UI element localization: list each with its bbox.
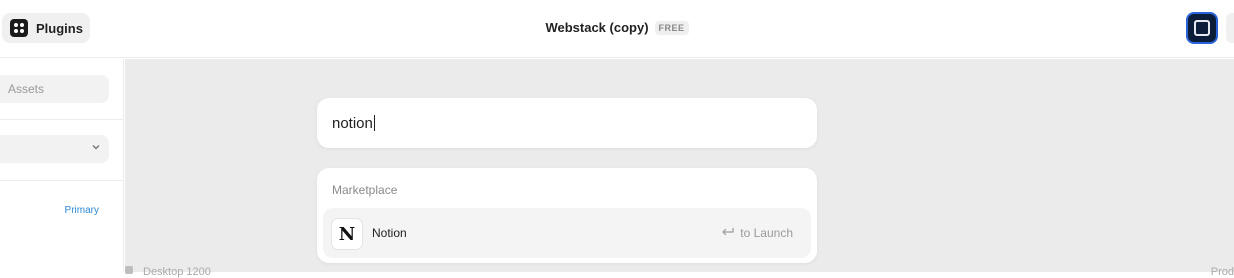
- preview-label[interactable]: Prod: [1211, 266, 1234, 278]
- chevron-down-icon: [91, 142, 101, 155]
- breakpoint-label[interactable]: Desktop 1200: [143, 266, 211, 278]
- project-title[interactable]: Webstack (copy) FREE: [0, 20, 1234, 35]
- sidebar-select[interactable]: [0, 135, 109, 163]
- share-button[interactable]: [1226, 13, 1234, 43]
- result-name: Notion: [372, 226, 407, 240]
- notion-logo-icon: N: [332, 219, 362, 249]
- tab-assets-label: Assets: [8, 82, 45, 96]
- launch-hint-text: to Launch: [740, 226, 793, 240]
- frame-icon: [125, 266, 133, 274]
- search-results-panel: Marketplace N Notion to Launch: [317, 168, 817, 263]
- search-query: notion: [332, 114, 373, 132]
- top-toolbar: Plugins Webstack (copy) FREE: [0, 0, 1234, 58]
- section-title: Marketplace: [332, 183, 398, 197]
- canvas-footer: Desktop 1200 Prod: [125, 262, 1234, 278]
- project-name: Webstack (copy): [545, 20, 649, 35]
- left-sidebar: Assets Primary: [0, 59, 124, 272]
- return-key-icon: [721, 226, 735, 240]
- search-input[interactable]: notion: [317, 98, 817, 148]
- plan-badge: FREE: [654, 20, 689, 35]
- primary-link[interactable]: Primary: [65, 205, 99, 216]
- launch-hint: to Launch: [721, 226, 793, 240]
- divider: [0, 180, 124, 181]
- avatar-icon: [1194, 20, 1210, 36]
- list-item[interactable]: N Notion to Launch: [323, 208, 811, 258]
- tab-assets[interactable]: Assets: [0, 75, 109, 103]
- text-caret: [373, 115, 375, 131]
- divider: [0, 119, 124, 120]
- avatar[interactable]: [1186, 12, 1218, 44]
